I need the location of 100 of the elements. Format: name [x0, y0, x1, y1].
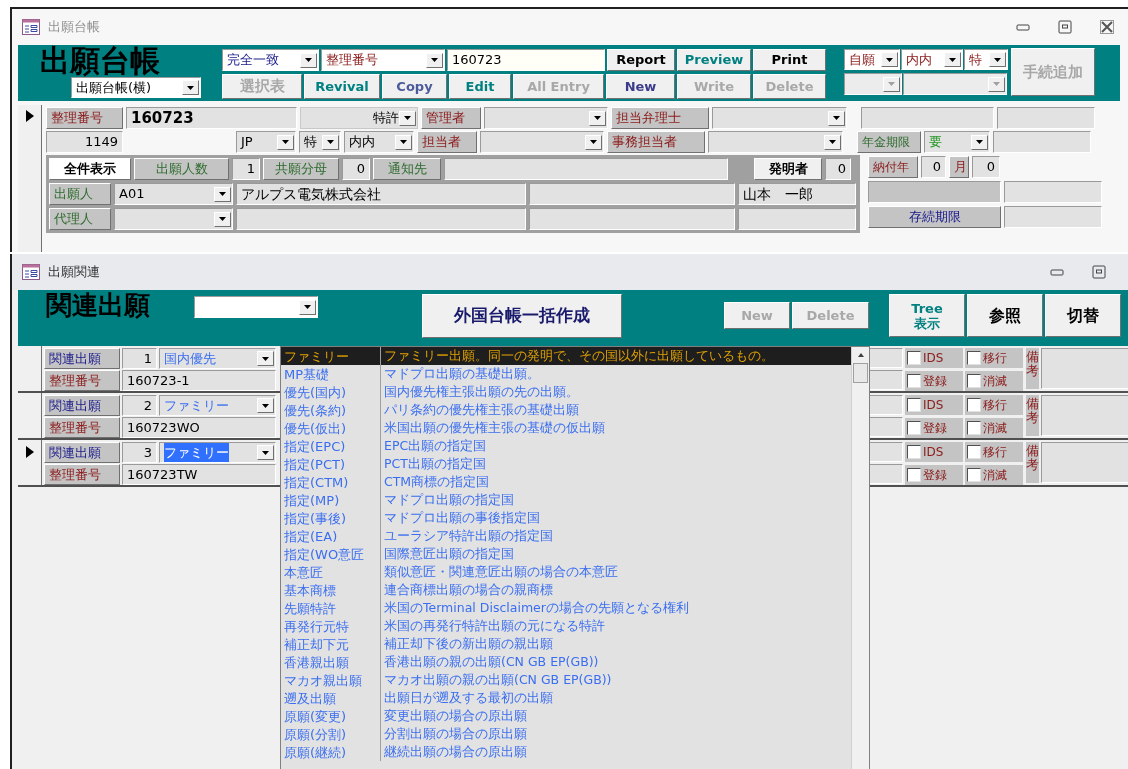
- close-icon[interactable]: [1100, 20, 1114, 34]
- button[interactable]: Print: [753, 49, 826, 71]
- dropdown-button[interactable]: [277, 134, 294, 150]
- dropdown-button[interactable]: [214, 211, 231, 227]
- checkbox[interactable]: [907, 351, 921, 365]
- button[interactable]: Preview: [677, 49, 751, 71]
- dropdown-button[interactable]: [589, 110, 606, 126]
- dropdown-button[interactable]: [585, 134, 602, 150]
- dropdown-button[interactable]: [395, 134, 412, 150]
- button[interactable]: Report: [607, 49, 675, 71]
- list-item[interactable]: 先願特許 米国のTerminal Disclaimerの場合の先願となる権利: [281, 599, 851, 617]
- show-all-button[interactable]: 全件表示: [49, 158, 131, 180]
- list-item[interactable]: 再発行元特 米国の再発行特許出願の元になる特許: [281, 617, 851, 635]
- combo-box[interactable]: JP: [236, 131, 296, 153]
- checkbox[interactable]: [967, 445, 981, 459]
- relation-code: 指定(WO意匠: [281, 545, 381, 563]
- list-item[interactable]: 優先(仮出) 米国出願の優先権主張の基礎の仮出願: [281, 419, 851, 437]
- combo-box[interactable]: A01: [114, 183, 233, 205]
- field-value: 0: [921, 156, 946, 178]
- list-item[interactable]: 指定(WO意匠 国際意匠出願の指定国: [281, 545, 851, 563]
- field-value: 160723TW: [122, 464, 276, 485]
- inventor-button[interactable]: 発明者: [754, 158, 822, 180]
- dropdown-button[interactable]: [299, 299, 316, 315]
- dropdown-button[interactable]: [881, 52, 898, 67]
- button[interactable]: Edit: [449, 74, 511, 99]
- list-item[interactable]: 指定(事後) マドプロ出願の事後指定国: [281, 509, 851, 527]
- combo-box[interactable]: 出願台帳(横): [71, 77, 201, 98]
- list-item[interactable]: 指定(CTM) CTM商標の指定国: [281, 473, 851, 491]
- list-item[interactable]: 優先(国内) 国内優先権主張出願の先の出願。: [281, 383, 851, 401]
- minimize-icon[interactable]: [1016, 23, 1030, 31]
- switch-button[interactable]: 切替: [1045, 294, 1121, 337]
- button[interactable]: Copy: [382, 74, 447, 99]
- relation-value: 国内優先: [164, 349, 216, 368]
- list-item[interactable]: MP基礎 マドプロ出願の基礎出願。: [281, 365, 851, 383]
- reference-button[interactable]: 参照: [967, 294, 1043, 337]
- relation-code: 香港親出願: [281, 653, 381, 671]
- combo-box[interactable]: 内内: [901, 49, 963, 70]
- dropdown-button[interactable]: [322, 134, 339, 150]
- dropdown-button[interactable]: [944, 52, 961, 67]
- list-item[interactable]: 原願(分割) 分割出願の場合の原出願: [281, 725, 851, 743]
- list-item[interactable]: 基本商標 連合商標出願の場合の親商標: [281, 581, 851, 599]
- checkbox[interactable]: [907, 467, 921, 482]
- dropdown-button[interactable]: [257, 398, 274, 413]
- minimize-icon[interactable]: [1050, 268, 1064, 276]
- dropdown-button[interactable]: [824, 134, 841, 150]
- dropdown-button[interactable]: [828, 110, 845, 126]
- list-item[interactable]: 指定(EA) ユーラシア特許出願の指定国: [281, 527, 851, 545]
- tree-view-button[interactable]: Tree 表示: [889, 294, 965, 337]
- list-item[interactable]: 遡及出願 出願日が遡及する最初の出願: [281, 689, 851, 707]
- list-item[interactable]: 香港親出願 香港出願の親の出願(CN GB EP(GB)): [281, 653, 851, 671]
- checkbox[interactable]: [967, 373, 981, 388]
- list-item[interactable]: 優先(条約) パリ条約の優先権主張の基礎出願: [281, 401, 851, 419]
- list-item[interactable]: 原願(継続) 継続出願の場合の原出願: [281, 743, 851, 761]
- checkbox[interactable]: [907, 373, 921, 388]
- combo-box[interactable]: ファミリー: [159, 395, 276, 416]
- checkbox[interactable]: [967, 351, 981, 365]
- dropdown-button[interactable]: [182, 80, 199, 95]
- dropdown-button[interactable]: [426, 52, 443, 68]
- checkbox[interactable]: [967, 467, 981, 482]
- dropdown-button[interactable]: [300, 52, 317, 68]
- list-item[interactable]: マカオ親出願 マカオ出願の親の出願(CN GB EP(GB)): [281, 671, 851, 689]
- dropdown-button[interactable]: [257, 351, 274, 366]
- combo-box[interactable]: 自願: [844, 49, 900, 70]
- combo-box[interactable]: 整理番号: [321, 49, 445, 71]
- button[interactable]: New: [606, 74, 675, 99]
- checkbox[interactable]: [967, 398, 981, 412]
- checkbox[interactable]: [907, 420, 921, 435]
- dropdown-button[interactable]: [971, 134, 988, 150]
- combo-box[interactable]: 内内: [344, 131, 414, 153]
- combo-box[interactable]: 国内優先: [159, 348, 276, 369]
- scrollbar[interactable]: [851, 347, 869, 769]
- combo-box[interactable]: ファミリー: [159, 442, 276, 463]
- combo-box[interactable]: 要: [924, 131, 990, 153]
- list-item[interactable]: 本意匠 類似意匠・関連意匠出願の場合の本意匠: [281, 563, 851, 581]
- field-label: 年金期限: [857, 131, 921, 153]
- button[interactable]: Revival: [304, 74, 380, 99]
- combo-box[interactable]: 特: [964, 49, 1008, 70]
- relation-code: 原願(変更): [281, 707, 381, 725]
- maximize-icon[interactable]: [1092, 265, 1106, 279]
- list-item[interactable]: 指定(MP) マドプロ出願の指定国: [281, 491, 851, 509]
- scroll-thumb[interactable]: [853, 363, 868, 383]
- list-item[interactable]: ファミリー ファミリー出願。同一の発明で、その国以外に出願しているもの。: [281, 347, 851, 365]
- dropdown-button[interactable]: [257, 445, 274, 460]
- field-label: 整理番号: [44, 464, 120, 485]
- combo-box[interactable]: 完全一致: [222, 49, 319, 71]
- list-item[interactable]: 指定(EPC) EPC出願の指定国: [281, 437, 851, 455]
- list-item[interactable]: 原願(変更) 変更出願の場合の原出願: [281, 707, 851, 725]
- dropdown-button[interactable]: [399, 110, 416, 126]
- checkbox[interactable]: [907, 398, 921, 412]
- dropdown-button[interactable]: [989, 52, 1006, 67]
- list-item[interactable]: 指定(PCT) PCT出願の指定国: [281, 455, 851, 473]
- field-label: 納付年: [868, 156, 918, 178]
- list-item[interactable]: 補正却下元 補正却下後の新出願の親出願: [281, 635, 851, 653]
- checkbox[interactable]: [967, 420, 981, 435]
- bulk-create-button[interactable]: 外国台帳一括作成: [422, 294, 622, 338]
- relation-description: 変更出願の場合の原出願: [383, 706, 527, 725]
- combo-box[interactable]: 特: [299, 131, 341, 153]
- maximize-icon[interactable]: [1058, 20, 1072, 34]
- dropdown-button[interactable]: [214, 186, 231, 202]
- checkbox[interactable]: [907, 445, 921, 459]
